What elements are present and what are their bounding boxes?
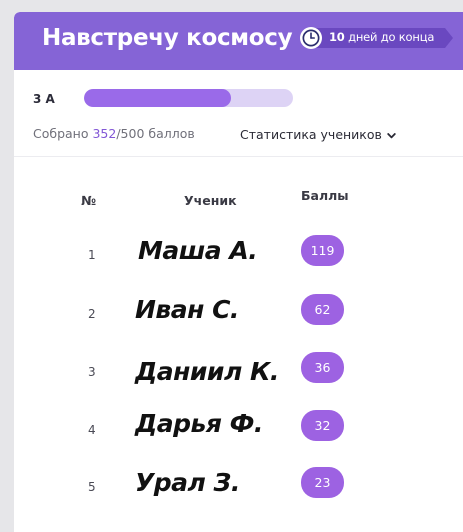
row-number: 3 [88,365,96,379]
student-name: Даниил К. [135,357,279,386]
student-name: Маша А. [138,236,258,265]
score-badge: 32 [301,410,344,441]
row-number: 4 [88,423,96,437]
points-progress-fill [84,89,232,107]
score-badge: 62 [301,294,344,325]
contest-card: Навстречу космосу 10 дней до конца 3 А С… [14,12,463,532]
section-divider [14,156,463,157]
student-stats-label: Статистика учеников [240,127,382,142]
student-stats-dropdown[interactable]: Статистика учеников [240,127,396,142]
chevron-down-icon [387,132,396,138]
score-badge: 23 [301,467,344,498]
student-name: Иван С. [135,295,239,324]
row-number: 1 [88,248,96,262]
student-name: Дарья Ф. [135,409,263,438]
class-name: 3 А [33,92,55,106]
header-bar: Навстречу космосу 10 дней до конца [14,12,463,70]
row-number: 5 [88,480,96,494]
score-badge: 36 [301,352,344,383]
collected-prefix: Собрано [33,126,93,141]
timer-days: 10 [329,30,345,44]
row-number: 2 [88,307,96,321]
page-title: Навстречу космосу [42,25,293,51]
score-badge: 119 [301,235,344,266]
table-row: 2 Иван С. 62 [14,294,463,334]
table-row: 5 Урал З. 23 [14,467,463,507]
column-header-number: № [81,193,97,208]
clock-icon [300,27,322,49]
collected-value: 352 [92,126,117,141]
table-row: 3 Даниил К. 36 [14,352,463,392]
student-name: Урал З. [135,468,240,497]
points-progress-bar [84,89,293,107]
column-header-points: Баллы [301,188,349,203]
collected-points-text: Собрано 352/500 баллов [33,126,195,141]
timer-badge: 10 дней до конца [299,26,453,50]
table-row: 4 Дарья Ф. 32 [14,409,463,450]
column-header-student: Ученик [184,193,237,208]
timer-label: дней до конца [348,30,435,44]
timer-text: 10 дней до конца [329,30,434,44]
table-row: 1 Маша А. 119 [14,235,463,275]
collected-suffix: /500 баллов [116,126,195,141]
